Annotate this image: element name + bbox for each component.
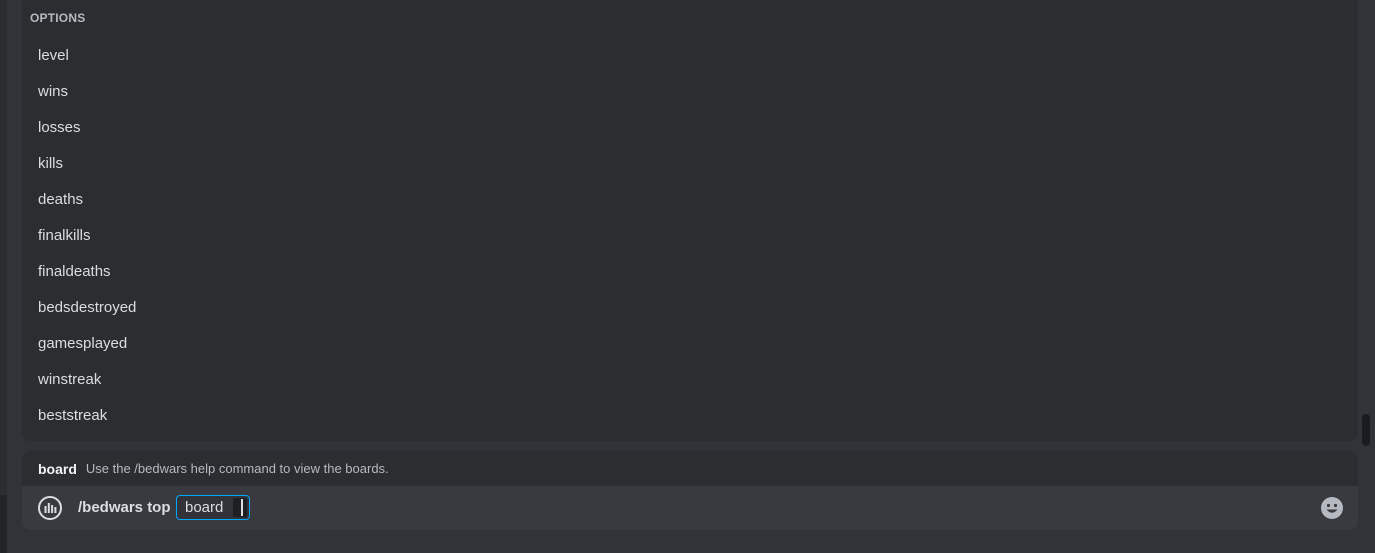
scrollbar-track[interactable] <box>1362 0 1370 441</box>
option-item-beststreak[interactable]: beststreak <box>22 397 1358 433</box>
hint-parameter-name: board <box>38 460 77 477</box>
option-item-wins[interactable]: wins <box>22 73 1358 109</box>
options-header: OPTIONS <box>30 11 86 25</box>
parameter-pill-label: board <box>185 499 224 516</box>
option-item-finalkills[interactable]: finalkills <box>22 217 1358 253</box>
option-item-bedsdestroyed[interactable]: bedsdestroyed <box>22 289 1358 325</box>
parameter-value-field[interactable] <box>233 498 247 517</box>
parameter-pill-board[interactable]: board <box>176 495 250 520</box>
scrollbar-thumb[interactable] <box>1362 414 1370 446</box>
slash-command-text: /bedwars top <box>78 499 171 516</box>
option-item-kills[interactable]: kills <box>22 145 1358 181</box>
option-item-level[interactable]: level <box>22 37 1358 73</box>
text-caret <box>241 499 243 516</box>
bot-app-icon <box>38 496 62 520</box>
option-item-losses[interactable]: losses <box>22 109 1358 145</box>
bottom-spacer <box>0 530 1375 553</box>
autocomplete-popup: OPTIONS level wins losses kills deaths f… <box>22 0 1358 441</box>
emoji-icon[interactable] <box>1320 496 1344 520</box>
option-item-finaldeaths[interactable]: finaldeaths <box>22 253 1358 289</box>
option-item-deaths[interactable]: deaths <box>22 181 1358 217</box>
option-list: level wins losses kills deaths finalkill… <box>22 37 1358 433</box>
left-panel-edge <box>0 0 7 553</box>
option-item-winstreak[interactable]: winstreak <box>22 361 1358 397</box>
option-item-gamesplayed[interactable]: gamesplayed <box>22 325 1358 361</box>
message-input-bar[interactable]: /bedwars top board <box>22 486 1358 530</box>
parameter-hint-bar: board Use the /bedwars help command to v… <box>22 451 1358 486</box>
hint-parameter-description: Use the /bedwars help command to view th… <box>85 461 389 476</box>
